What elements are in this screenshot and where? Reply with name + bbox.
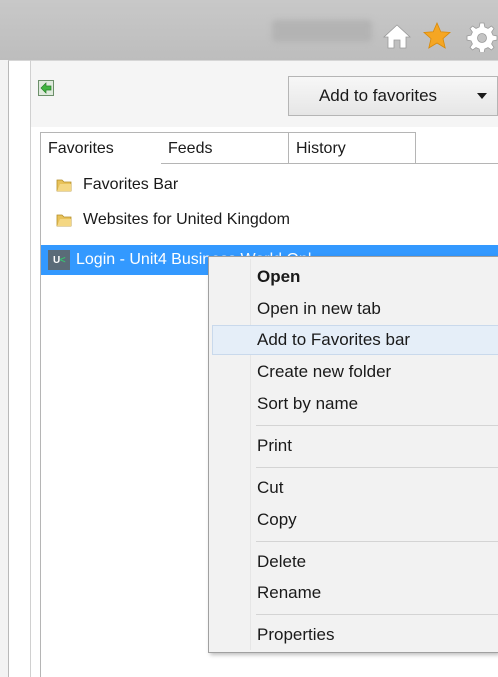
triangle-down-icon [477,93,487,99]
list-item-label: Websites for United Kingdom [83,211,290,228]
menu-item-sort-by-name[interactable]: Sort by name [212,389,498,419]
menu-item-label: Create new folder [257,362,392,381]
menu-separator [256,467,498,468]
menu-item-print[interactable]: Print [212,431,498,461]
add-to-favorites-label: Add to favorites [318,86,438,105]
tab-history[interactable]: History [288,132,416,164]
pane-border [30,60,31,677]
menu-item-properties[interactable]: Properties [212,620,498,650]
menu-item-label: Open in new tab [257,299,381,318]
favorites-center-screenshot: Add to favorites Favorites Feeds History… [0,0,498,677]
menu-item-label: Rename [257,583,322,602]
add-to-favorites-button[interactable]: Add to favorites [288,76,468,116]
tab-feeds[interactable]: Feeds [161,132,289,164]
menu-item-label: Print [257,436,292,455]
tab-label: Favorites [48,139,114,157]
add-to-favorites-dropdown[interactable] [467,76,498,116]
menu-item-open[interactable]: Open [212,262,498,292]
menu-separator [256,541,498,542]
menu-item-label: Sort by name [257,394,359,413]
list-item-favorites-bar[interactable]: Favorites Bar [41,170,498,200]
pin-favorites-center-icon[interactable] [38,80,54,96]
blurred-window-title [272,20,372,42]
menu-item-rename[interactable]: Rename [212,578,498,608]
active-tab-joint [41,163,161,165]
menu-item-cut[interactable]: Cut [212,473,498,503]
gear-icon[interactable] [466,20,498,52]
command-bar [0,0,498,60]
menu-separator [256,425,498,426]
menu-item-copy[interactable]: Copy [212,505,498,535]
menu-separator [256,614,498,615]
menu-item-label: Cut [257,478,284,497]
menu-item-create-new-folder[interactable]: Create new folder [212,357,498,387]
star-icon[interactable] [421,20,453,52]
menu-item-add-to-favorites-bar[interactable]: Add to Favorites bar [212,325,498,355]
menu-item-delete[interactable]: Delete [212,547,498,577]
tab-strip: Favorites Feeds History [40,132,498,164]
tab-favorites[interactable]: Favorites [40,132,162,164]
menu-item-label: Delete [257,552,307,571]
site-favicon: U < [48,250,70,270]
favicon-accent: < [59,254,66,266]
tab-label: History [296,139,346,157]
list-item-label: Favorites Bar [83,176,179,193]
folder-icon [56,214,72,227]
folder-icon [56,179,72,192]
tab-label: Feeds [168,139,213,157]
favicon-letter: U [52,254,60,266]
menu-item-open-new-tab[interactable]: Open in new tab [212,294,498,324]
menu-item-label: Add to Favorites bar [257,330,411,349]
context-menu: Open Open in new tab Add to Favorites ba… [208,256,498,653]
list-item-websites-uk[interactable]: Websites for United Kingdom [41,205,498,235]
menu-item-label: Open [257,267,301,286]
menu-item-label: Copy [257,510,297,529]
menu-item-label: Properties [257,625,335,644]
home-icon[interactable] [381,20,413,52]
